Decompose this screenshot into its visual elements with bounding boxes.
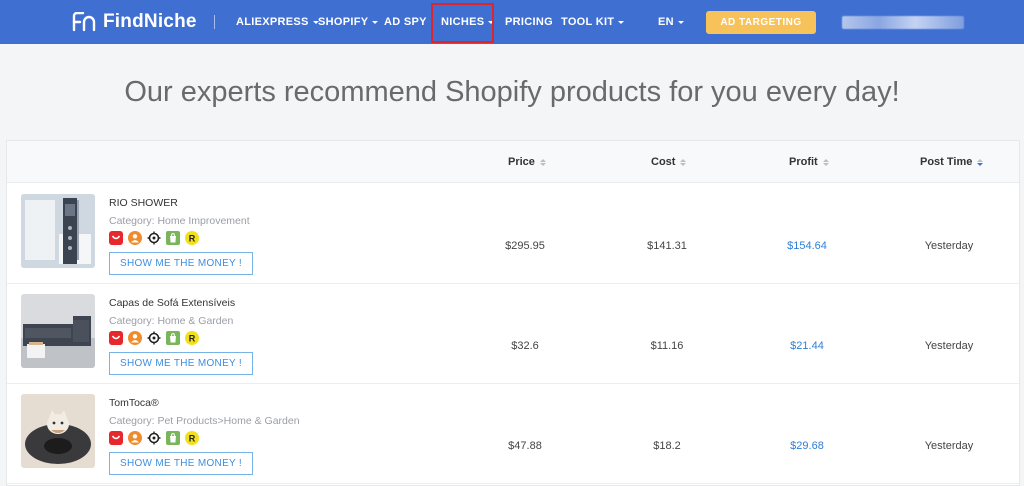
post-time-cell: Yesterday <box>924 240 974 252</box>
nav-item-shopify[interactable]: SHOPIFY <box>318 0 379 44</box>
nav-divider <box>214 15 215 29</box>
table-header: Price Cost Profit Post Time <box>7 141 1019 183</box>
target-icon[interactable] <box>147 431 161 445</box>
svg-text:R: R <box>189 333 196 343</box>
profit-cell: $21.44 <box>790 340 824 352</box>
cat-tunnel-image <box>21 394 95 468</box>
sofa-image <box>21 294 95 368</box>
profit-cell: $154.64 <box>787 240 827 252</box>
shopify-icon[interactable] <box>166 431 180 445</box>
user-account-blurred[interactable] <box>842 16 964 29</box>
nav-item-label: NICHES <box>441 16 485 28</box>
source-badges: R <box>109 331 204 345</box>
show-me-the-money-button[interactable]: SHOW ME THE MONEY ! <box>109 452 253 475</box>
post-time-cell: Yesterday <box>924 440 974 452</box>
nav-item-label: ALIEXPRESS <box>236 16 309 28</box>
nav-item-label: AD SPY <box>384 16 427 28</box>
nav-item-niches[interactable]: NICHES <box>441 0 495 44</box>
findniche-logo[interactable]: FindNiche <box>72 11 197 33</box>
language-label: EN <box>658 16 674 28</box>
user-icon[interactable] <box>128 331 142 345</box>
show-me-the-money-button[interactable]: SHOW ME THE MONEY ! <box>109 352 253 375</box>
product-name[interactable]: Capas de Sofá Extensíveis <box>109 297 235 309</box>
caret-down-icon <box>488 21 495 24</box>
nav-item-label: TOOL KIT <box>561 16 615 28</box>
column-label: Profit <box>789 156 818 168</box>
sort-icon <box>680 158 687 166</box>
findniche-logo-icon <box>72 12 96 32</box>
page-headline: Our experts recommend Shopify products f… <box>124 76 900 108</box>
column-label: Post Time <box>920 156 973 168</box>
top-nav-bar: FindNiche ALIEXPRESS SHOPIFY AD SPY NICH… <box>0 0 1024 44</box>
price-cell: $295.95 <box>505 240 545 252</box>
cost-cell: $141.31 <box>647 240 687 252</box>
caret-down-icon <box>677 21 684 24</box>
column-header-price[interactable]: Price <box>508 141 546 183</box>
product-thumbnail-sofa[interactable] <box>21 294 95 368</box>
price-cell: $32.6 <box>511 340 539 352</box>
column-label: Price <box>508 156 535 168</box>
logo-text: FindNiche <box>103 11 197 32</box>
source-badges: R <box>109 431 204 445</box>
nav-item-tool-kit[interactable]: TOOL KIT <box>561 0 625 44</box>
shower-panel-image <box>21 194 95 268</box>
ad-targeting-button[interactable]: AD TARGETING <box>706 11 816 34</box>
post-time-cell: Yesterday <box>924 340 974 352</box>
svg-text:R: R <box>189 233 196 243</box>
column-header-cost[interactable]: Cost <box>651 141 687 183</box>
caret-down-icon <box>372 21 379 24</box>
caret-down-icon <box>618 21 625 24</box>
sort-icon <box>822 158 829 166</box>
language-selector[interactable]: EN <box>658 0 684 44</box>
product-category: Category: Pet Products>Home & Garden <box>109 415 300 427</box>
aliexpress-icon[interactable] <box>109 431 123 445</box>
profit-cell: $29.68 <box>790 440 824 452</box>
product-thumbnail-cat-tunnel[interactable] <box>21 394 95 468</box>
nav-item-ad-spy[interactable]: AD SPY <box>384 0 427 44</box>
product-thumbnail-shower[interactable] <box>21 194 95 268</box>
column-header-post-time[interactable]: Post Time <box>920 141 984 183</box>
cost-cell: $18.2 <box>653 440 681 452</box>
product-table: Price Cost Profit Post Time RIO SHOWER C… <box>6 140 1020 486</box>
shopify-icon[interactable] <box>166 331 180 345</box>
nav-item-aliexpress[interactable]: ALIEXPRESS <box>236 0 319 44</box>
r-icon[interactable]: R <box>185 431 199 445</box>
target-icon[interactable] <box>147 331 161 345</box>
cost-cell: $11.16 <box>650 340 684 352</box>
shopify-icon[interactable] <box>166 231 180 245</box>
product-category: Category: Home & Garden <box>109 315 234 327</box>
nav-item-label: PRICING <box>505 16 553 28</box>
nav-item-pricing[interactable]: PRICING <box>505 0 553 44</box>
column-header-profit[interactable]: Profit <box>789 141 829 183</box>
svg-text:R: R <box>189 433 196 443</box>
table-row: RIO SHOWER Category: Home Improvement R … <box>7 184 1019 284</box>
price-cell: $47.88 <box>508 440 542 452</box>
r-icon[interactable]: R <box>185 231 199 245</box>
product-name[interactable]: TomToca® <box>109 397 159 409</box>
sort-descending-icon <box>977 158 984 166</box>
table-row: TomToca® Category: Pet Products>Home & G… <box>7 384 1019 484</box>
user-icon[interactable] <box>128 231 142 245</box>
aliexpress-icon[interactable] <box>109 231 123 245</box>
source-badges: R <box>109 231 204 245</box>
product-name[interactable]: RIO SHOWER <box>109 197 178 209</box>
nav-item-label: SHOPIFY <box>318 16 369 28</box>
user-icon[interactable] <box>128 431 142 445</box>
target-icon[interactable] <box>147 231 161 245</box>
aliexpress-icon[interactable] <box>109 331 123 345</box>
sort-icon <box>539 158 546 166</box>
product-category: Category: Home Improvement <box>109 215 250 227</box>
r-icon[interactable]: R <box>185 331 199 345</box>
table-row: Capas de Sofá Extensíveis Category: Home… <box>7 284 1019 384</box>
show-me-the-money-button[interactable]: SHOW ME THE MONEY ! <box>109 252 253 275</box>
column-label: Cost <box>651 156 676 168</box>
